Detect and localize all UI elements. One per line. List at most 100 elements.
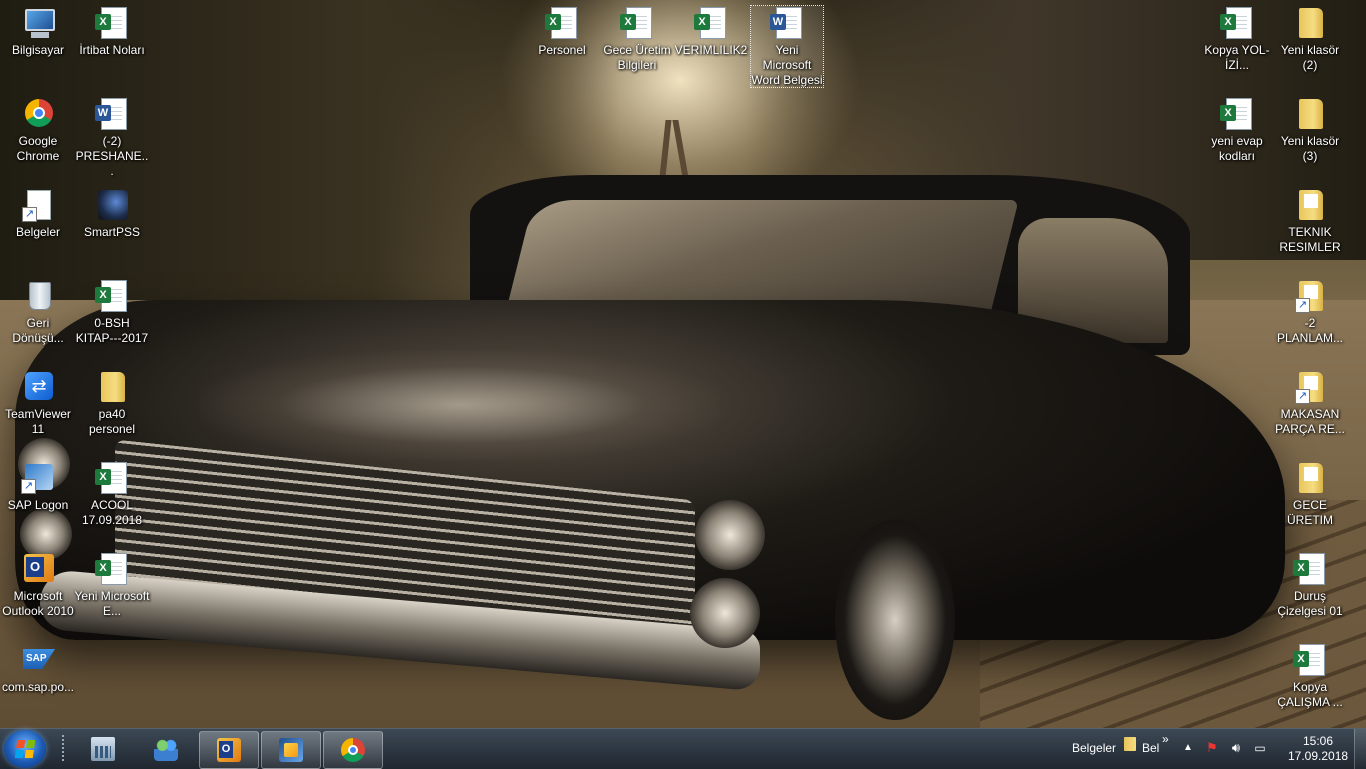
desktop-icon-yeni-excel[interactable]: X Yeni Microsoft E... — [74, 552, 150, 619]
desktop-icon-smartpss[interactable]: SmartPSS — [74, 188, 150, 240]
desktop-icon-outlook[interactable]: Microsoft Outlook 2010 — [0, 552, 76, 619]
desktop-icon-label: SmartPSS — [83, 225, 140, 239]
desktop-icon-label: Google Chrome — [16, 134, 60, 163]
taskbar-grip — [62, 735, 64, 763]
toolbar-documents-label[interactable]: Belgeler — [1072, 741, 1116, 755]
desktop-icon-bsh-kitap[interactable]: X 0-BSH KITAP---2017 — [74, 279, 150, 346]
desktop-icon-label: Duruş Çizelgesi 01 — [1277, 589, 1343, 618]
desktop-icon-label: İrtibat Noları — [79, 43, 145, 57]
sap-logon-icon — [21, 461, 55, 495]
chrome-icon — [341, 738, 365, 762]
recycle-bin-icon — [21, 279, 55, 313]
folder-icon — [1124, 737, 1136, 751]
toolbar-item-label[interactable]: Bel — [1142, 741, 1159, 755]
desktop-icon-yeni-word-belgesi[interactable]: W Yeni Microsoft Word Belgesi — [750, 5, 824, 88]
taskbar-calculator-button[interactable] — [74, 731, 132, 767]
sap-logon-icon — [279, 738, 303, 762]
excel-file-icon: X — [694, 6, 728, 40]
excel-file-icon: X — [545, 6, 579, 40]
taskbar-outlook-button[interactable] — [199, 731, 259, 769]
folder-icon — [1293, 97, 1327, 131]
desktop-icon-label: -2 PLANLAM... — [1276, 316, 1344, 345]
desktop-icon-com-sap[interactable]: SAP com.sap.po... — [0, 643, 76, 695]
desktop-icon-teamviewer[interactable]: TeamViewer 11 — [0, 370, 76, 437]
desktop-icon-label: Personel — [538, 43, 586, 57]
outlook-icon — [217, 738, 241, 762]
desktop-icon-label: Belgeler — [15, 225, 61, 239]
desktop-icon-yeni-evap-kodlari[interactable]: X yeni evap kodları — [1199, 97, 1275, 164]
smartpss-icon — [95, 188, 129, 222]
word-file-icon: W — [95, 97, 129, 131]
desktop-icon-pa40-personel[interactable]: pa40 personel — [74, 370, 150, 437]
taskbar-contacts-button[interactable] — [137, 731, 195, 767]
desktop-icon-teknik-resimler[interactable]: TEKNIK RESIMLER — [1272, 188, 1348, 255]
windows-logo-icon — [14, 740, 36, 758]
system-clock[interactable]: 15:06 17.09.2018 — [1288, 734, 1348, 764]
action-center-flag-icon[interactable]: ⚑ — [1204, 740, 1220, 756]
desktop-icon-documents[interactable]: Belgeler — [0, 188, 76, 240]
taskbar-chrome-button[interactable] — [323, 731, 383, 769]
desktop-icon-label: Bilgisayar — [11, 43, 65, 57]
excel-file-icon: X — [95, 552, 129, 586]
volume-icon[interactable]: 🔊︎ — [1228, 740, 1244, 756]
desktop-icon-label: Geri Dönüşü... — [12, 316, 64, 345]
desktop-icon-label: Yeni klasör (3) — [1280, 134, 1340, 163]
desktop-icon-durus-cizelgesi[interactable]: X Duruş Çizelgesi 01 — [1272, 552, 1348, 619]
desktop-icon-label: com.sap.po... — [1, 680, 75, 694]
clock-time: 15:06 — [1302, 734, 1334, 748]
wallpaper-car-headlight — [690, 578, 760, 648]
desktop-icon-gece-uretim[interactable]: GECE ÜRETIM — [1272, 461, 1348, 528]
desktop-icon-label: Kopya ÇALIŞMA ... — [1277, 680, 1343, 709]
wallpaper-car-wheel — [835, 520, 955, 720]
desktop-icon-label: MAKASAN PARÇA RE... — [1275, 407, 1345, 436]
network-icon[interactable]: ▭ — [1252, 740, 1268, 756]
desktop-icon-google-chrome[interactable]: Google Chrome — [0, 97, 76, 164]
sap-logo-icon: SAP — [21, 643, 55, 677]
show-desktop-button[interactable] — [1354, 729, 1366, 769]
desktop-icon-computer[interactable]: Bilgisayar — [0, 6, 76, 58]
show-hidden-icons-arrow-icon[interactable]: ▲ — [1180, 740, 1196, 756]
desktop-icon-yeni-klasor-3[interactable]: Yeni klasör (3) — [1272, 97, 1348, 164]
desktop-icon-personel[interactable]: X Personel — [524, 6, 600, 58]
desktop-icon-label: Microsoft Outlook 2010 — [2, 589, 74, 618]
desktop-icon-planlam[interactable]: -2 PLANLAM... — [1272, 279, 1348, 346]
computer-icon — [21, 6, 55, 40]
start-button[interactable] — [4, 730, 46, 768]
excel-file-icon: X — [1293, 552, 1327, 586]
excel-file-icon: X — [1220, 6, 1254, 40]
desktop-icon-sap-logon[interactable]: SAP Logon — [0, 461, 76, 513]
desktop-icon-acool[interactable]: X ACOOL 17.09.2018 — [74, 461, 150, 528]
excel-file-icon: X — [95, 279, 129, 313]
teamviewer-icon — [21, 370, 55, 404]
desktop-icon-kopya-calisma[interactable]: X Kopya ÇALIŞMA ... — [1272, 643, 1348, 710]
desktop-icon-yeni-klasor-2[interactable]: Yeni klasör (2) — [1272, 6, 1348, 73]
toolbar-overflow-chevron[interactable]: » — [1162, 732, 1169, 746]
desktop-icon-label: SAP Logon — [7, 498, 69, 512]
folder-shortcut-icon — [1293, 370, 1327, 404]
excel-file-icon: X — [620, 6, 654, 40]
desktop-icon-makasan[interactable]: MAKASAN PARÇA RE... — [1272, 370, 1348, 437]
desktop-icon-label: 0-BSH KITAP---2017 — [75, 316, 149, 345]
excel-file-icon: X — [1220, 97, 1254, 131]
folder-icon — [95, 370, 129, 404]
desktop-icon-label: Yeni klasör (2) — [1280, 43, 1340, 72]
desktop-icon-gece-uretim-bilgileri[interactable]: X Gece Üretim Bilgileri — [599, 6, 675, 73]
folder-icon — [1293, 188, 1327, 222]
people-icon — [154, 737, 178, 761]
folder-shortcut-icon — [1293, 279, 1327, 313]
desktop-icon-preshane[interactable]: W (-2) PRESHANE... — [74, 97, 150, 179]
desktop-icon-recycle-bin[interactable]: Geri Dönüşü... — [0, 279, 76, 346]
desktop-wallpaper — [0, 0, 1366, 728]
desktop-icon-label: (-2) PRESHANE... — [75, 134, 149, 178]
desktop-icon-verimlilik2[interactable]: X VERIMLILIK2 — [673, 6, 749, 58]
desktop-icon-label: Kopya YOL-İZİ... — [1204, 43, 1270, 72]
desktop-icon-kopya-yol-izi[interactable]: X Kopya YOL-İZİ... — [1199, 6, 1275, 73]
documents-library-icon — [21, 188, 55, 222]
taskbar: Belgeler Bel » ▲ ⚑ 🔊︎ ▭ 15:06 17.09.2018 — [0, 728, 1366, 769]
desktop-icon-label: TEKNIK RESIMLER — [1279, 225, 1341, 254]
outlook-icon — [21, 552, 55, 586]
taskbar-sap-logon-button[interactable] — [261, 731, 321, 769]
desktop-icon-label: Yeni Microsoft Word Belgesi — [751, 43, 823, 87]
desktop-icon-irtibat[interactable]: X İrtibat Noları — [74, 6, 150, 58]
excel-file-icon: X — [1293, 643, 1327, 677]
